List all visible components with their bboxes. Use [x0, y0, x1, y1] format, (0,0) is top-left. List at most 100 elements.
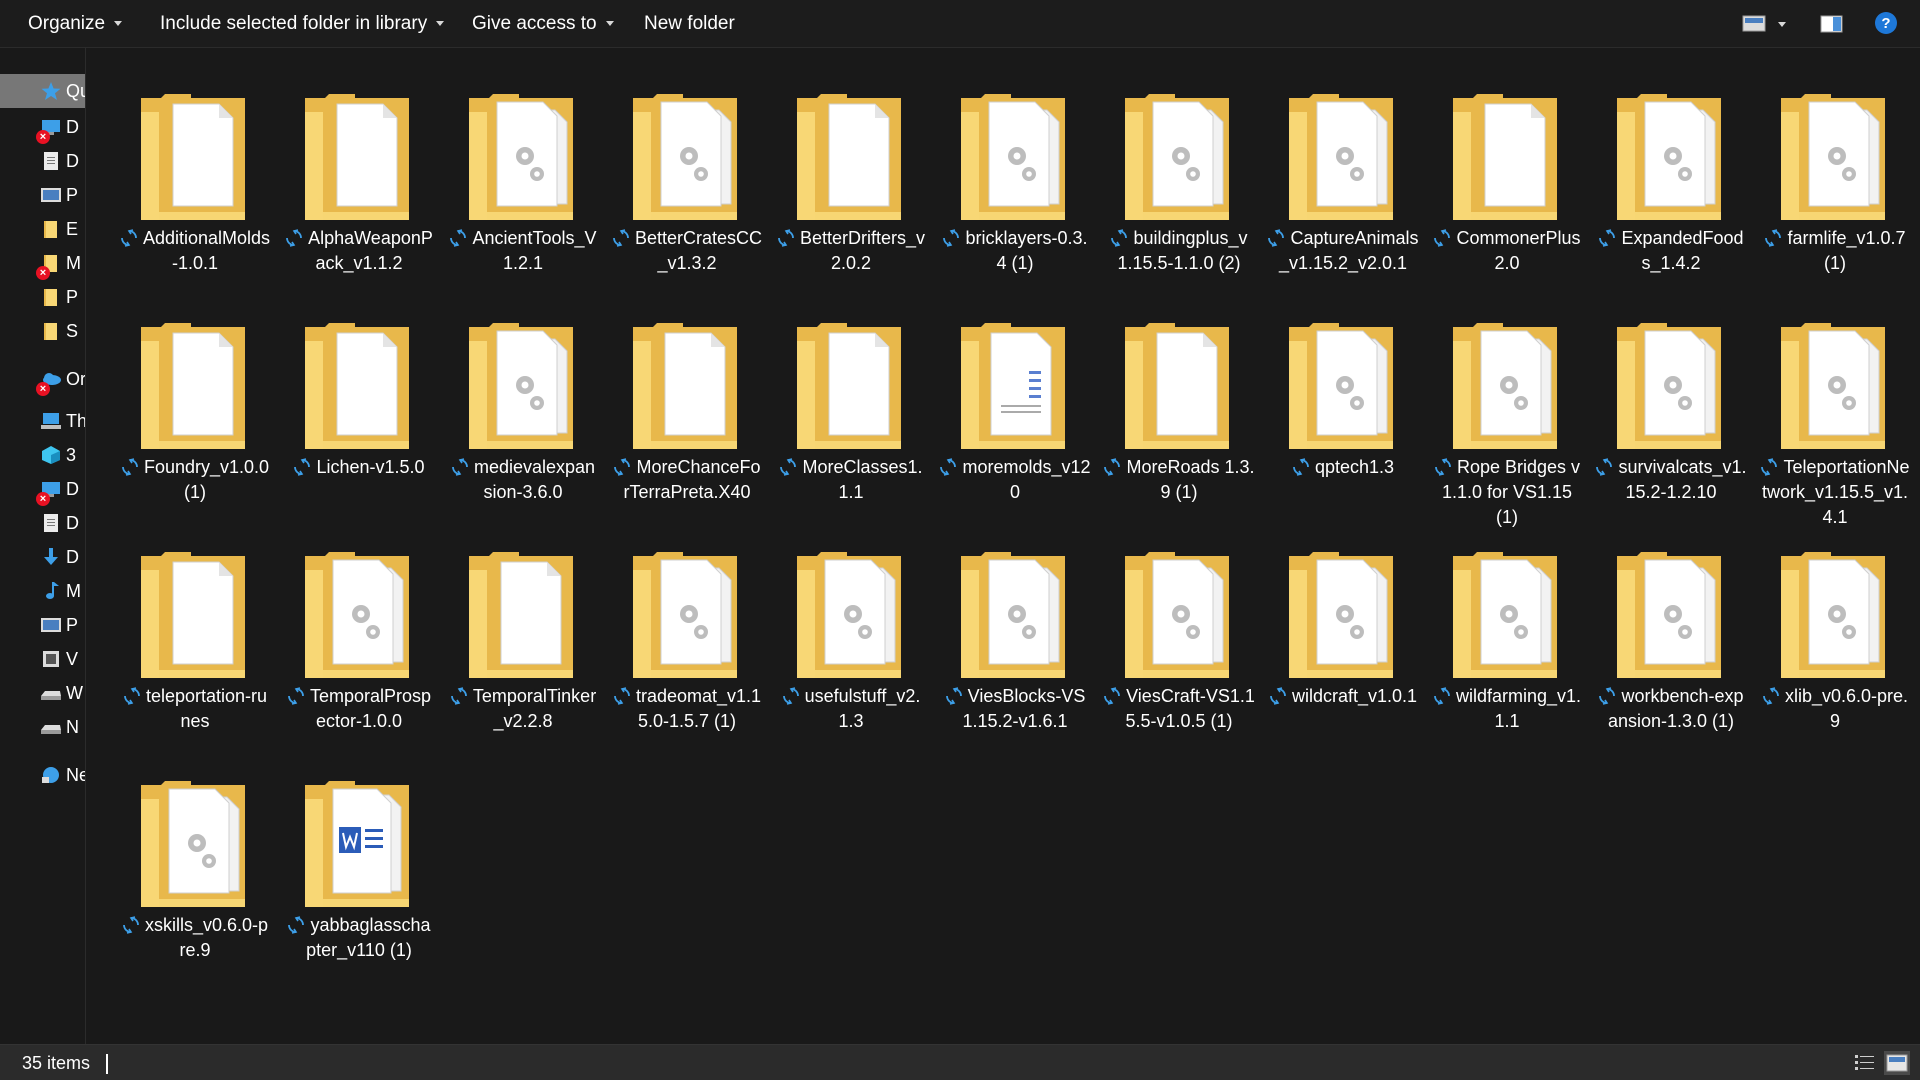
folder-item[interactable]: BetterCratesCC_v1.3.2: [607, 68, 767, 292]
folder-item[interactable]: ExpandedFoods_1.4.2: [1591, 68, 1751, 292]
folder-item[interactable]: TemporalProspector-1.0.0: [279, 526, 439, 750]
nav-item[interactable]: P: [0, 178, 85, 212]
sync-pending-icon: [782, 687, 800, 705]
nav-item[interactable]: Ne: [0, 758, 85, 792]
folder-name-text: xlib_v0.6.0-pre.9: [1784, 686, 1909, 731]
new-folder-button[interactable]: New folder: [644, 0, 735, 48]
folder-item[interactable]: usefulstuff_v2.1.3: [771, 526, 931, 750]
folder-item[interactable]: BetterDrifters_v2.0.2: [771, 68, 931, 292]
nav-item[interactable]: D: [0, 144, 85, 178]
nav-item-label: Or: [66, 369, 86, 389]
folder-item[interactable]: TemporalTinker_v2.2.8: [443, 526, 603, 750]
nav-item[interactable]: P: [0, 280, 85, 314]
folder-item[interactable]: wildcraft_v1.0.1: [1263, 526, 1423, 750]
folder-name: CommonerPlus2.0: [1427, 226, 1587, 276]
folder-item[interactable]: MoreClasses1.1.1: [771, 297, 931, 521]
folder-item[interactable]: qptech1.3: [1263, 297, 1423, 521]
give-access-button[interactable]: Give access to: [472, 0, 614, 48]
folder-item[interactable]: yabbaglasschapter_v110 (1): [279, 755, 439, 979]
folder-item[interactable]: AlphaWeaponPack_v1.1.2: [279, 68, 439, 292]
folder-item[interactable]: bricklayers-0.3.4 (1): [935, 68, 1095, 292]
nav-item[interactable]: × M: [0, 246, 85, 280]
folder-item[interactable]: MoreRoads 1.3.9 (1): [1099, 297, 1259, 521]
sync-pending-icon: [1433, 687, 1451, 705]
nav-item[interactable]: P: [0, 608, 85, 642]
folder-name: usefulstuff_v2.1.3: [771, 684, 931, 734]
sync-pending-icon: [1292, 458, 1310, 476]
details-view-button[interactable]: [1852, 1051, 1878, 1075]
folder-item[interactable]: workbench-expansion-1.3.0 (1): [1591, 526, 1751, 750]
include-in-library-button[interactable]: Include selected folder in library: [160, 0, 445, 48]
nav-item[interactable]: N: [0, 710, 85, 744]
folder-item[interactable]: farmlife_v1.0.7 (1): [1755, 68, 1915, 292]
nav-item[interactable]: × D: [0, 472, 85, 506]
folder-item[interactable]: CommonerPlus2.0: [1427, 68, 1587, 292]
nav-item[interactable]: E: [0, 212, 85, 246]
folder-name: xskills_v0.6.0-pre.9: [115, 913, 275, 963]
folder-item[interactable]: medievalexpansion-3.6.0: [443, 297, 603, 521]
nav-item[interactable]: M: [0, 574, 85, 608]
preview-pane-icon: [1820, 15, 1843, 33]
folder-item[interactable]: buildingplus_v1.15.5-1.1.0 (2): [1099, 68, 1259, 292]
nav-item[interactable]: S: [0, 314, 85, 348]
folder-name-text: Foundry_v1.0.0 (1): [143, 457, 270, 502]
large-icons-view-button[interactable]: [1884, 1051, 1910, 1075]
folder-icon: [1453, 94, 1561, 224]
folder-item[interactable]: ViesCraft-VS1.15.5-v1.0.5 (1): [1099, 526, 1259, 750]
new-folder-label: New folder: [644, 13, 735, 34]
folder-item[interactable]: Foundry_v1.0.0 (1): [115, 297, 275, 521]
folder-item[interactable]: xlib_v0.6.0-pre.9: [1755, 526, 1915, 750]
folder-item[interactable]: xskills_v0.6.0-pre.9: [115, 755, 275, 979]
folder-item[interactable]: ViesBlocks-VS1.15.2-v1.6.1: [935, 526, 1095, 750]
preview-pane-button[interactable]: [1820, 13, 1844, 40]
folder-item[interactable]: CaptureAnimals_v1.15.2_v2.0.1: [1263, 68, 1423, 292]
nav-item[interactable]: 3: [0, 438, 85, 472]
folder-item[interactable]: teleportation-runes: [115, 526, 275, 750]
nav-item-label: Th: [66, 411, 86, 431]
give-access-label: Give access to: [472, 13, 597, 34]
folder-item[interactable]: AdditionalMolds-1.0.1: [115, 68, 275, 292]
folder-name-text: AlphaWeaponPack_v1.1.2: [308, 228, 433, 273]
nav-item-label: D: [66, 479, 79, 499]
nav-item[interactable]: × Or: [0, 362, 86, 396]
folder-item[interactable]: MoreChanceForTerraPreta.X40: [607, 297, 767, 521]
nav-item-label: D: [66, 117, 79, 137]
nav-item[interactable]: W: [0, 676, 85, 710]
command-bar: Organize Include selected folder in libr…: [0, 0, 1920, 48]
change-view-button[interactable]: [1742, 13, 1790, 40]
help-button[interactable]: ?: [1874, 11, 1898, 40]
folder-item[interactable]: tradeomat_v1.15.0-1.5.7 (1): [607, 526, 767, 750]
nav-item-label: S: [66, 321, 79, 341]
nav-item[interactable]: Qu: [0, 74, 85, 108]
status-bar: 35 items: [0, 1044, 1920, 1080]
nav-item-label: Qu: [66, 81, 85, 101]
folder-icon: [1453, 552, 1561, 682]
folder-name: MoreChanceForTerraPreta.X40: [607, 455, 767, 505]
sync-pending-icon: [945, 687, 963, 705]
folder-icon: [1125, 552, 1233, 682]
nav-item[interactable]: × D: [0, 110, 85, 144]
folder-name-text: AncientTools_V1.2.1: [472, 228, 597, 273]
folder-name: MoreClasses1.1.1: [771, 455, 931, 505]
folder-name-text: ExpandedFoods_1.4.2: [1621, 228, 1744, 273]
folder-item[interactable]: wildfarming_v1.1.1: [1427, 526, 1587, 750]
folder-item[interactable]: survivalcats_v1.15.2-1.2.10: [1591, 297, 1751, 521]
help-icon: ?: [1875, 12, 1897, 34]
folder-item[interactable]: moremolds_v120: [935, 297, 1095, 521]
folder-name: ViesBlocks-VS1.15.2-v1.6.1: [935, 684, 1095, 734]
nav-item[interactable]: V: [0, 642, 85, 676]
folder-icon: [1617, 323, 1725, 453]
folder-item[interactable]: TeleportationNetwork_v1.15.5_v1.4.1: [1755, 297, 1915, 527]
folder-item[interactable]: Rope Bridges v1.1.0 for VS1.15 (1): [1427, 297, 1587, 527]
organize-button[interactable]: Organize: [28, 0, 123, 48]
nav-item-label: M: [66, 253, 81, 273]
nav-item[interactable]: Th: [0, 404, 86, 438]
folder-item[interactable]: Lichen-v1.5.0: [279, 297, 439, 521]
nav-item[interactable]: D: [0, 506, 85, 540]
folder-name: xlib_v0.6.0-pre.9: [1755, 684, 1915, 734]
folder-item[interactable]: AncientTools_V1.2.1: [443, 68, 603, 292]
sync-pending-icon: [1762, 687, 1780, 705]
sync-pending-icon: [1598, 229, 1616, 247]
document-icon: [40, 151, 62, 171]
nav-item[interactable]: D: [0, 540, 85, 574]
